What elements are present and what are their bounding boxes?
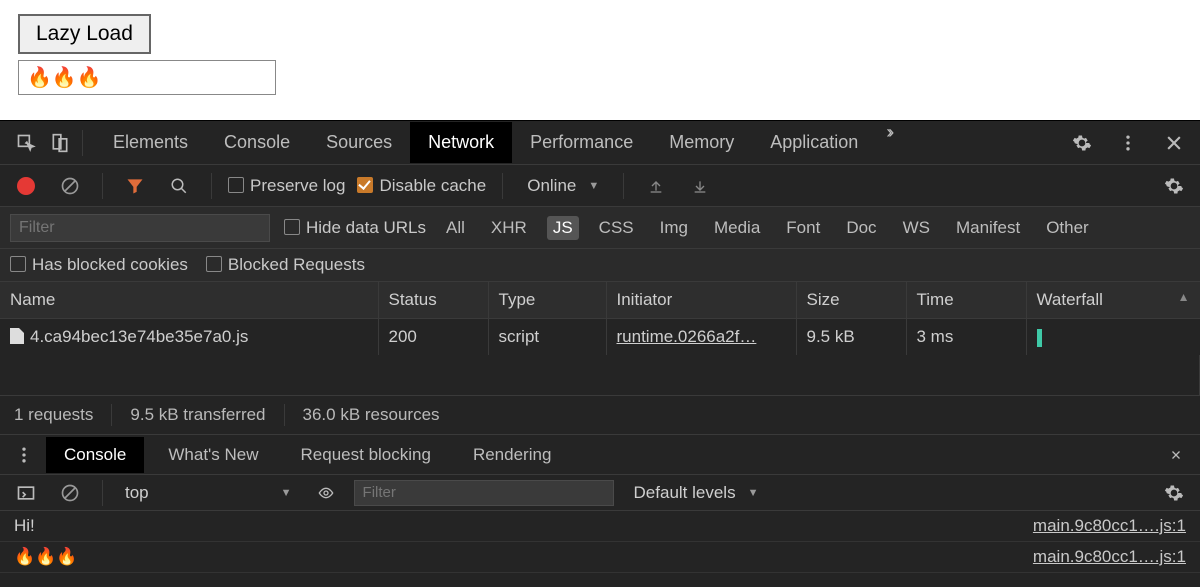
separator xyxy=(82,130,83,156)
page-content: Lazy Load 🔥🔥🔥 xyxy=(0,0,1200,103)
table-row[interactable]: 4.ca94bec13e74be35e7a0.js 200 script run… xyxy=(0,319,1200,356)
sort-asc-icon: ▲ xyxy=(1178,290,1190,304)
chevron-down-icon: ▼ xyxy=(588,180,599,192)
kebab-icon[interactable] xyxy=(1112,127,1144,159)
devtools-tabbar: Elements Console Sources Network Perform… xyxy=(0,121,1200,165)
clear-icon[interactable] xyxy=(54,170,86,202)
log-source-link[interactable]: main.9c80cc1….js:1 xyxy=(1033,547,1186,567)
preserve-log-checkbox[interactable]: Preserve log xyxy=(228,176,345,196)
drawer-tab-rendering[interactable]: Rendering xyxy=(455,437,569,473)
filter-type-doc[interactable]: Doc xyxy=(840,216,882,240)
tab-elements[interactable]: Elements xyxy=(95,122,206,163)
tab-performance[interactable]: Performance xyxy=(512,122,651,163)
col-type[interactable]: Type xyxy=(488,282,606,319)
chevron-down-icon: ▼ xyxy=(748,487,759,499)
waterfall-bar xyxy=(1037,329,1042,347)
network-table: Name Status Type Initiator Size Time Wat… xyxy=(0,282,1200,395)
log-source-link[interactable]: main.9c80cc1….js:1 xyxy=(1033,516,1186,536)
request-status: 200 xyxy=(378,319,488,356)
col-size[interactable]: Size xyxy=(796,282,906,319)
network-toolbar: Preserve log Disable cache Online ▼ xyxy=(0,165,1200,207)
main-tabs: Elements Console Sources Network Perform… xyxy=(95,122,1064,163)
tab-sources[interactable]: Sources xyxy=(308,122,410,163)
console-toolbar: top ▼ Default levels ▼ xyxy=(0,475,1200,511)
request-time: 3 ms xyxy=(906,319,1026,356)
filter-type-css[interactable]: CSS xyxy=(593,216,640,240)
network-summary: 1 requests 9.5 kB transferred 36.0 kB re… xyxy=(0,395,1200,435)
filter-type-ws[interactable]: WS xyxy=(897,216,936,240)
filter-type-img[interactable]: Img xyxy=(654,216,694,240)
clear-console-icon[interactable] xyxy=(54,477,86,509)
col-name[interactable]: Name xyxy=(0,282,378,319)
console-settings-gear-icon[interactable] xyxy=(1158,477,1190,509)
devtools-panel: Elements Console Sources Network Perform… xyxy=(0,120,1200,587)
log-row[interactable]: 🔥🔥🔥 main.9c80cc1….js:1 xyxy=(0,542,1200,573)
close-drawer-icon[interactable] xyxy=(1160,439,1192,471)
inspect-icon[interactable] xyxy=(10,127,42,159)
request-type: script xyxy=(488,319,606,356)
log-row[interactable]: Hi! main.9c80cc1….js:1 xyxy=(0,511,1200,542)
gear-icon[interactable] xyxy=(1066,127,1098,159)
request-initiator[interactable]: runtime.0266a2f… xyxy=(617,327,757,346)
search-icon[interactable] xyxy=(163,170,195,202)
summary-transferred: 9.5 kB transferred xyxy=(130,405,265,425)
network-filter-bar: Hide data URLs All XHR JS CSS Img Media … xyxy=(0,207,1200,249)
filter-type-other[interactable]: Other xyxy=(1040,216,1095,240)
tab-network[interactable]: Network xyxy=(410,122,512,163)
drawer-tab-whatsnew[interactable]: What's New xyxy=(150,437,276,473)
live-expression-icon[interactable] xyxy=(310,477,342,509)
upload-har-icon[interactable] xyxy=(640,170,672,202)
chevron-down-icon: ▼ xyxy=(281,487,292,499)
console-log: Hi! main.9c80cc1….js:1 🔥🔥🔥 main.9c80cc1…… xyxy=(0,511,1200,573)
filter-type-xhr[interactable]: XHR xyxy=(485,216,533,240)
filter-type-js[interactable]: JS xyxy=(547,216,579,240)
tab-application[interactable]: Application xyxy=(752,122,876,163)
table-header-row: Name Status Type Initiator Size Time Wat… xyxy=(0,282,1200,319)
col-initiator[interactable]: Initiator xyxy=(606,282,796,319)
file-icon xyxy=(10,328,24,344)
more-tabs-icon[interactable]: ›› xyxy=(876,122,900,163)
network-settings-gear-icon[interactable] xyxy=(1158,170,1190,202)
filter-icon[interactable] xyxy=(119,170,151,202)
device-toggle-icon[interactable] xyxy=(44,127,76,159)
summary-requests: 1 requests xyxy=(14,405,93,425)
console-sidebar-icon[interactable] xyxy=(10,477,42,509)
record-button[interactable] xyxy=(10,170,42,202)
col-status[interactable]: Status xyxy=(378,282,488,319)
network-filter-bar-2: Has blocked cookies Blocked Requests xyxy=(0,249,1200,282)
request-size: 9.5 kB xyxy=(796,319,906,356)
drawer-tab-console[interactable]: Console xyxy=(46,437,144,473)
has-blocked-cookies-checkbox[interactable]: Has blocked cookies xyxy=(10,255,188,275)
blocked-requests-checkbox[interactable]: Blocked Requests xyxy=(206,255,365,275)
summary-resources: 36.0 kB resources xyxy=(303,405,440,425)
tab-memory[interactable]: Memory xyxy=(651,122,752,163)
col-time[interactable]: Time xyxy=(906,282,1026,319)
filter-type-font[interactable]: Font xyxy=(780,216,826,240)
log-levels-select[interactable]: Default levels ▼ xyxy=(626,483,767,503)
request-name: 4.ca94bec13e74be35e7a0.js xyxy=(30,327,248,346)
context-select[interactable]: top ▼ xyxy=(119,483,298,503)
filter-input[interactable] xyxy=(10,214,270,242)
throttle-select[interactable]: Online ▼ xyxy=(519,176,607,196)
filter-type-all[interactable]: All xyxy=(440,216,471,240)
disable-cache-checkbox[interactable]: Disable cache xyxy=(357,176,486,196)
col-waterfall[interactable]: Waterfall▲ xyxy=(1026,282,1200,319)
kebab-icon[interactable] xyxy=(8,439,40,471)
log-message: Hi! xyxy=(14,516,35,536)
tab-console[interactable]: Console xyxy=(206,122,308,163)
request-waterfall xyxy=(1026,319,1200,356)
filter-type-manifest[interactable]: Manifest xyxy=(950,216,1026,240)
console-filter-input[interactable] xyxy=(354,480,614,506)
output-box: 🔥🔥🔥 xyxy=(18,60,276,95)
download-har-icon[interactable] xyxy=(684,170,716,202)
hide-data-urls-checkbox[interactable]: Hide data URLs xyxy=(284,218,426,238)
drawer-tab-request-blocking[interactable]: Request blocking xyxy=(283,437,449,473)
close-icon[interactable] xyxy=(1158,127,1190,159)
filter-type-media[interactable]: Media xyxy=(708,216,766,240)
lazy-load-button[interactable]: Lazy Load xyxy=(18,14,151,54)
log-message: 🔥🔥🔥 xyxy=(14,547,78,567)
drawer-tabbar: Console What's New Request blocking Rend… xyxy=(0,435,1200,475)
